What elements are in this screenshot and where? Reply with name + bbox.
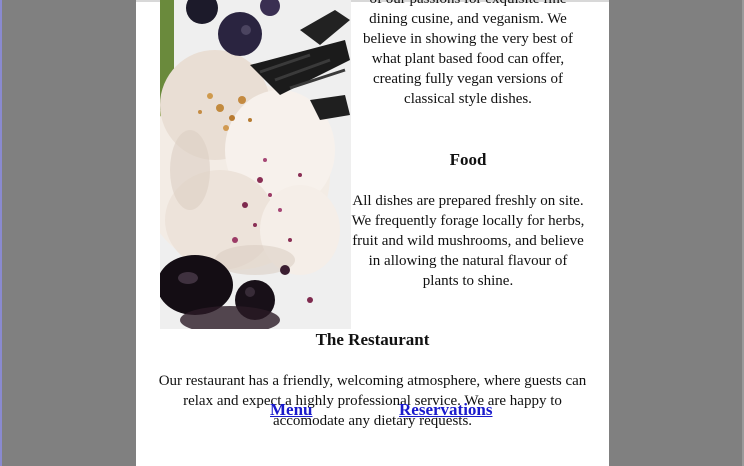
food-heading: Food — [449, 150, 487, 169]
about-text: of our passions for exquisite fine dinin… — [363, 0, 573, 107]
page-container: of our passions for exquisite fine dinin… — [136, 0, 609, 466]
window-edge-left — [0, 0, 2, 466]
restaurant-heading: The Restaurant — [315, 330, 430, 349]
dessert-photo — [160, 0, 351, 329]
nav-link-reservations[interactable]: Reservations — [399, 400, 492, 420]
nav-link-menu[interactable]: Menu — [270, 400, 313, 420]
restaurant-text: Our restaurant has a friendly, welcoming… — [158, 373, 587, 429]
food-text: All dishes are prepared freshly on site.… — [351, 193, 585, 289]
